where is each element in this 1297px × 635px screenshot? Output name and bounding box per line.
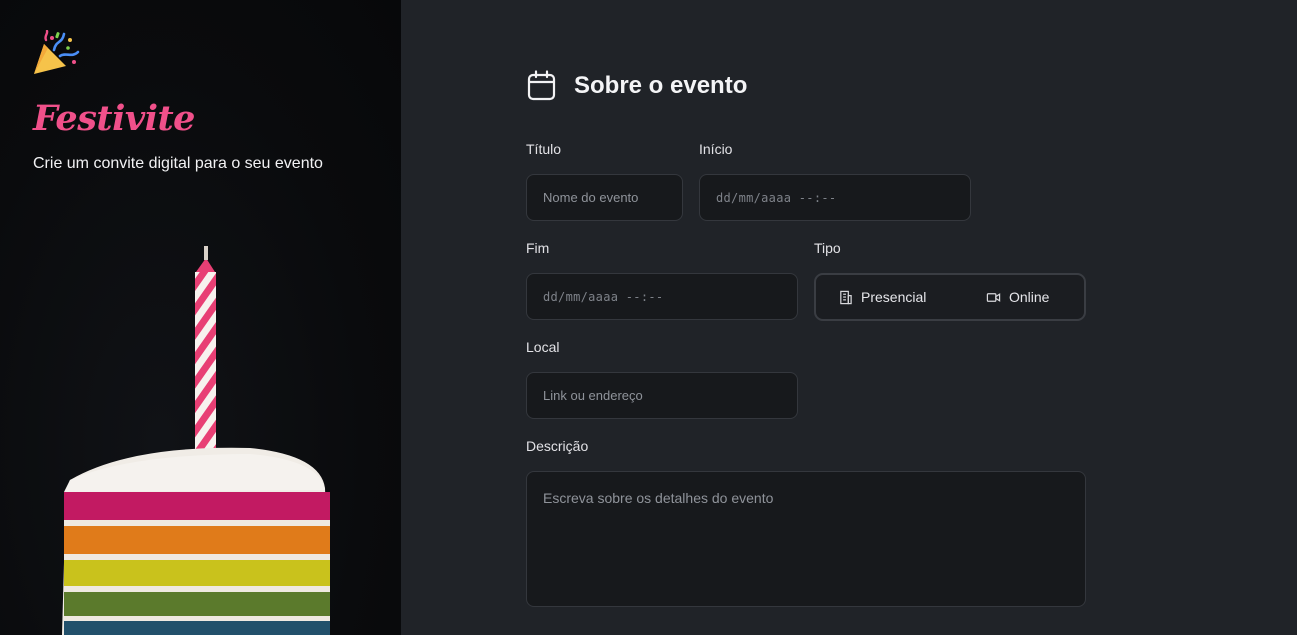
tipo-toggle: Presencial Online <box>814 273 1086 321</box>
tipo-option-label: Online <box>1009 289 1050 305</box>
fim-datetime-input[interactable]: dd/mm/aaaa --:-- <box>526 273 798 320</box>
titulo-input[interactable]: Nome do evento <box>526 174 683 221</box>
tipo-option-presencial[interactable]: Presencial <box>838 289 926 305</box>
descricao-textarea[interactable]: Escreva sobre os detalhes do evento <box>526 471 1086 607</box>
inicio-label: Início <box>699 141 733 157</box>
fim-label: Fim <box>526 240 550 256</box>
calendar-icon <box>527 70 556 101</box>
section-title: Sobre o evento <box>574 71 748 99</box>
party-popper-icon <box>34 30 80 74</box>
brand-tagline: Crie um convite digital para o seu event… <box>33 155 323 172</box>
section-header: Sobre o evento <box>527 70 747 101</box>
cake-illustration <box>62 246 330 635</box>
inicio-datetime-input[interactable]: dd/mm/aaaa --:-- <box>699 174 971 221</box>
video-icon <box>986 292 1001 302</box>
tipo-option-online[interactable]: Online <box>986 289 1049 305</box>
tipo-option-label: Presencial <box>861 289 927 305</box>
hero-panel: Festivite Crie um convite digital para o… <box>0 0 401 635</box>
tipo-label: Tipo <box>814 240 841 256</box>
descricao-label: Descrição <box>526 438 589 454</box>
building-icon <box>840 290 852 304</box>
local-label: Local <box>526 339 560 355</box>
brand-name: Festivite <box>33 98 195 139</box>
local-input[interactable]: Link ou endereço <box>526 372 798 419</box>
titulo-label: Título <box>526 141 562 157</box>
